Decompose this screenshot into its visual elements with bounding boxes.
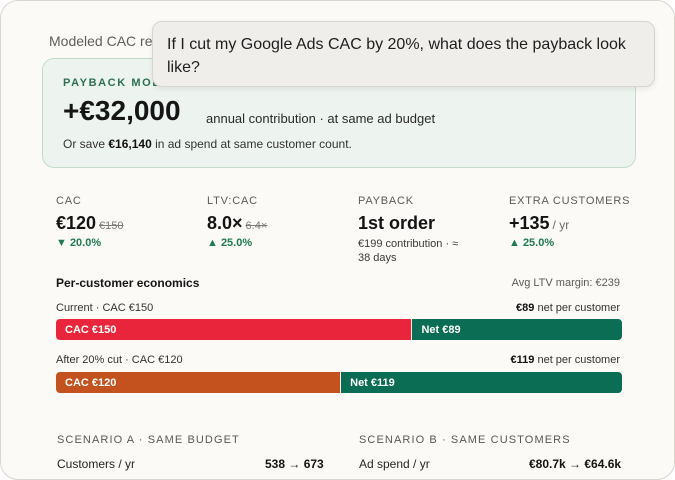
metric-value: 1st order <box>358 213 436 233</box>
metric-extra-customers: EXTRA CUSTOMERS +135/ yr ▲ 25.0% <box>509 195 649 249</box>
scenario-b-title: SCENARIO B · SAME CUSTOMERS <box>359 434 571 446</box>
app-window: Modeled CAC re PAYBACK MODE +€32,000 ann… <box>0 0 675 480</box>
metric-current-value: €120 <box>56 213 97 233</box>
bar-net-suffix: net per customer <box>534 354 620 366</box>
summary-note-amount: €16,140 <box>108 137 152 151</box>
bar-cost-segment: CAC €120 <box>56 372 341 393</box>
user-prompt-bubble: If I cut my Google Ads CAC by 20%, what … <box>152 21 655 87</box>
metric-ltv-cac: LTV:CAC 8.0× 6.4× ▲ 25.0% <box>207 195 347 249</box>
bar-label-after: After 20% cut · CAC €120 <box>56 354 183 366</box>
summary-note-suffix: in ad spend at same customer count. <box>151 137 352 151</box>
scenario-a-row-value: 538 → 673 <box>265 457 324 471</box>
metric-change: ▼ 20.0% <box>56 237 102 249</box>
bar-net-amount: €89 <box>516 302 535 314</box>
scenario-b-row-value: €80.7k → €64.6k <box>529 457 622 471</box>
metric-label: PAYBACK <box>358 195 414 207</box>
metric-current-value: 8.0× <box>207 213 243 233</box>
bar-net-text-current: €89 net per customer <box>516 302 620 314</box>
metric-old-value: €150 <box>99 220 124 232</box>
metric-detail: €199 contribution · ≈ 38 days <box>358 238 459 264</box>
stacked-bar-after: CAC €120 Net €119 <box>56 372 622 393</box>
summary-note: Or save €16,140 in ad spend at same cust… <box>63 137 352 151</box>
bar-label-current: Current · CAC €150 <box>56 302 154 314</box>
stacked-bar-current: CAC €150 Net €89 <box>56 319 622 340</box>
scenario-b-row-label: Ad spend / yr <box>359 457 430 471</box>
page-title: Modeled CAC re <box>49 33 153 49</box>
bar-net-amount: €119 <box>510 354 535 366</box>
economics-margin: Avg LTV margin: €239 <box>511 277 620 289</box>
metric-value: 8.0× 6.4× <box>207 213 347 234</box>
scenario-a-row-label: Customers / yr <box>57 457 136 471</box>
economics-title: Per-customer economics <box>56 276 200 290</box>
metric-cac: CAC €120 €150 ▼ 20.0% <box>56 195 196 249</box>
metric-payback: PAYBACK 1st order €199 contribution · ≈ … <box>358 195 498 265</box>
metric-label: CAC <box>56 195 82 207</box>
bar-net-segment: Net €89 <box>411 319 622 340</box>
summary-subtitle: annual contribution · at same ad budget <box>206 111 436 126</box>
metric-value: €120 €150 <box>56 213 196 234</box>
metric-change: ▲ 25.0% <box>509 237 555 249</box>
bar-cost-segment: CAC €150 <box>56 319 412 340</box>
scenario-a-title: SCENARIO A · SAME BUDGET <box>57 434 240 446</box>
metric-unit: / yr <box>552 218 570 232</box>
metric-old-value: 6.4× <box>245 220 268 232</box>
metrics-row: CAC €120 €150 ▼ 20.0% LTV:CAC 8.0× 6.4× ▲ … <box>56 195 629 265</box>
bar-net-suffix: net per customer <box>534 302 620 314</box>
metric-current-value: +135 <box>509 213 550 233</box>
metric-label: LTV:CAC <box>207 195 258 207</box>
summary-amount: +€32,000 <box>63 95 181 126</box>
metric-value: +135/ yr <box>509 213 649 234</box>
metric-label: EXTRA CUSTOMERS <box>509 195 631 207</box>
summary-note-prefix: Or save <box>63 137 109 151</box>
metric-change: ▲ 25.0% <box>207 237 253 249</box>
bar-net-text-after: €119 net per customer <box>511 354 620 366</box>
bar-net-segment: Net €119 <box>340 372 622 393</box>
